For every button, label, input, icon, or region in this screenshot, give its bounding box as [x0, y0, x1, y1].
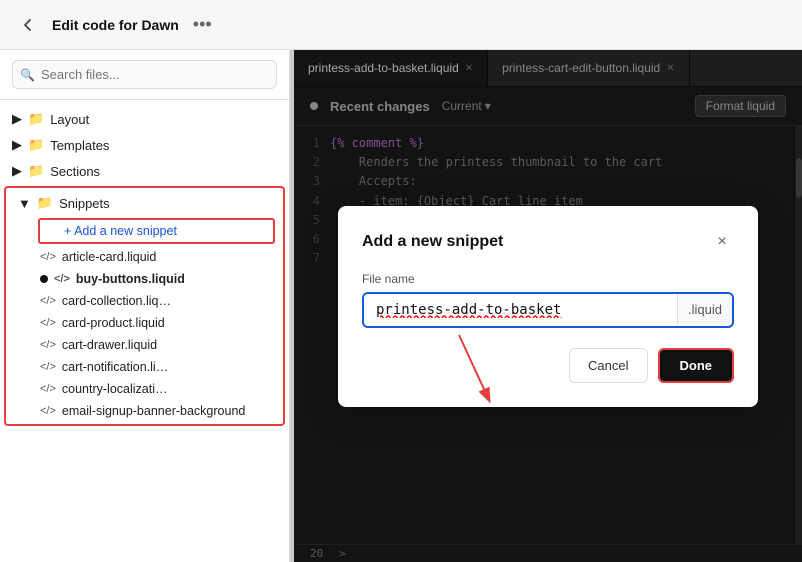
- list-item[interactable]: </> country-localizati…: [30, 378, 283, 400]
- file-name: country-localizati…: [62, 382, 168, 396]
- snippets-label: Snippets: [59, 196, 110, 211]
- snippets-section: ▼ 📁 Snippets + Add a new snippet </> art…: [4, 186, 285, 426]
- chevron-right-icon-sections: ▶: [12, 163, 22, 179]
- file-extension-suffix: .liquid: [677, 294, 732, 325]
- folder-icon-templates: 📁: [28, 137, 44, 153]
- chevron-right-icon-templates: ▶: [12, 137, 22, 153]
- modal-title: Add a new snippet: [362, 233, 503, 251]
- file-tree: ▶ 📁 Layout ▶ 📁 Templates ▶ 📁 Sections ▼: [0, 100, 289, 562]
- file-name: buy-buttons.liquid: [76, 272, 185, 286]
- file-name: cart-drawer.liquid: [62, 338, 157, 352]
- modal-close-button[interactable]: ×: [710, 230, 734, 254]
- layout-label: Layout: [50, 112, 89, 127]
- main-layout: 🔍 ▶ 📁 Layout ▶ 📁 Templates ▶ 📁 Sections: [0, 50, 802, 562]
- code-editor: printess-add-to-basket.liquid ✕ printess…: [294, 50, 802, 562]
- file-name-label: File name: [362, 272, 734, 286]
- file-icon: </>: [40, 339, 56, 351]
- more-button[interactable]: •••: [193, 14, 212, 35]
- file-name: cart-notification.li…: [62, 360, 168, 374]
- back-button[interactable]: [14, 11, 42, 39]
- chevron-right-icon: ▶: [12, 111, 22, 127]
- modal-header: Add a new snippet ×: [362, 230, 734, 254]
- modal-overlay: Add a new snippet × File name .liquid Ca…: [294, 50, 802, 562]
- file-name: card-collection.liq…: [62, 294, 171, 308]
- file-icon: </>: [54, 273, 70, 285]
- file-name: email-signup-banner-background: [62, 404, 245, 418]
- folder-icon-snippets: 📁: [37, 195, 53, 211]
- list-item[interactable]: </> card-product.liquid: [30, 312, 283, 334]
- sections-label: Sections: [50, 164, 100, 179]
- templates-label: Templates: [50, 138, 109, 153]
- file-icon: </>: [40, 251, 56, 263]
- sidebar: 🔍 ▶ 📁 Layout ▶ 📁 Templates ▶ 📁 Sections: [0, 50, 290, 562]
- file-icon: </>: [40, 405, 56, 417]
- sidebar-item-layout[interactable]: ▶ 📁 Layout: [0, 106, 289, 132]
- chevron-down-icon-snippets: ▼: [18, 196, 31, 211]
- sidebar-item-sections[interactable]: ▶ 📁 Sections: [0, 158, 289, 184]
- list-item[interactable]: </> email-signup-banner-background: [30, 400, 283, 422]
- list-item[interactable]: </> card-collection.liq…: [30, 290, 283, 312]
- file-name-input-row: .liquid: [362, 292, 734, 328]
- folder-icon-layout: 📁: [28, 111, 44, 127]
- list-item[interactable]: </> buy-buttons.liquid: [30, 268, 283, 290]
- file-icon: </>: [40, 383, 56, 395]
- file-icon: </>: [40, 295, 56, 307]
- page-title: Edit code for Dawn: [52, 17, 179, 33]
- folder-icon-sections: 📁: [28, 163, 44, 179]
- modal-actions: Cancel Done: [362, 348, 734, 383]
- cancel-button[interactable]: Cancel: [569, 348, 647, 383]
- list-item[interactable]: </> article-card.liquid: [30, 246, 283, 268]
- add-snippet-button[interactable]: + Add a new snippet: [38, 218, 275, 244]
- snippets-children: + Add a new snippet </> article-card.liq…: [6, 218, 283, 422]
- list-item[interactable]: </> cart-drawer.liquid: [30, 334, 283, 356]
- topbar: Edit code for Dawn •••: [0, 0, 802, 50]
- file-name: card-product.liquid: [62, 316, 165, 330]
- search-input[interactable]: [12, 60, 277, 89]
- sidebar-item-snippets[interactable]: ▼ 📁 Snippets: [6, 190, 283, 216]
- search-icon: 🔍: [20, 68, 35, 82]
- search-area: 🔍: [0, 50, 289, 100]
- file-name-input[interactable]: [364, 294, 677, 326]
- file-icon: </>: [40, 361, 56, 373]
- done-button[interactable]: Done: [658, 348, 735, 383]
- list-item[interactable]: </> cart-notification.li…: [30, 356, 283, 378]
- file-icon: </>: [40, 317, 56, 329]
- sidebar-item-templates[interactable]: ▶ 📁 Templates: [0, 132, 289, 158]
- file-name: article-card.liquid: [62, 250, 156, 264]
- add-snippet-modal: Add a new snippet × File name .liquid Ca…: [338, 206, 758, 407]
- active-dot: [40, 275, 48, 283]
